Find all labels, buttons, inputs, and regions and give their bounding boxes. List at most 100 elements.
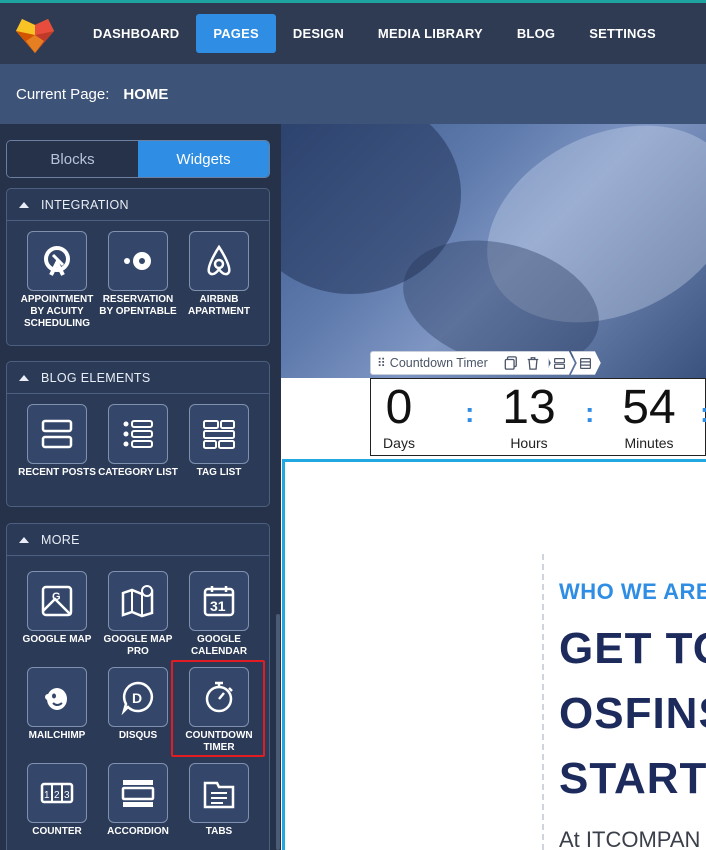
tab-widgets[interactable]: Widgets — [138, 141, 269, 177]
countdown-minutes: 54 Minutes — [604, 379, 694, 451]
countdown-hours: 13 Hours — [484, 379, 574, 451]
section-title: INTEGRATION — [41, 197, 129, 212]
countdown-timer-widget[interactable]: 0 Days : 13 Hours : 54 Minutes : — [370, 378, 706, 456]
widget-label: RECENT POSTS — [18, 467, 96, 478]
widget-countdown-timer[interactable]: COUNTDOWN TIMER — [179, 667, 259, 754]
section-title: BLOG ELEMENTS — [41, 370, 151, 385]
widget-label: ACCORDION — [107, 826, 169, 837]
calendar-day-text: 31 — [210, 598, 226, 614]
delete-icon[interactable] — [524, 354, 542, 372]
nav-settings[interactable]: SETTINGS — [572, 14, 673, 53]
headline-line: OSFINS — [559, 689, 706, 738]
section-blog-elements: BLOG ELEMENTS RECENT POSTS CATEGORY LIST… — [6, 361, 270, 507]
disqus-icon: D — [108, 667, 168, 727]
widget-label: CATEGORY LIST — [98, 467, 178, 478]
widget-google-map[interactable]: G GOOGLE MAP — [17, 571, 97, 646]
top-navigation-bar: DASHBOARD PAGES DESIGN MEDIA LIBRARY BLO… — [0, 0, 706, 64]
who-we-are-heading: WHO WE ARE — [559, 579, 706, 604]
google-map-pro-icon — [108, 571, 168, 631]
acuity-icon — [27, 231, 87, 291]
svg-text:D: D — [132, 690, 142, 706]
countdown-days-value: 0 — [385, 381, 413, 434]
sidebar-tabs: Blocks Widgets — [6, 140, 270, 178]
widget-disqus[interactable]: D DISQUS — [98, 667, 178, 742]
main-nav: DASHBOARD PAGES DESIGN MEDIA LIBRARY BLO… — [76, 14, 673, 53]
parent-block-button[interactable] — [544, 351, 575, 375]
widget-category-list[interactable]: CATEGORY LIST — [98, 404, 178, 479]
widget-label: GOOGLE MAP — [22, 634, 92, 645]
tag-list-icon — [189, 404, 249, 464]
collapse-caret-icon — [19, 201, 29, 208]
section-title: MORE — [41, 532, 80, 547]
divider-line — [542, 554, 544, 850]
widget-label: TABS — [205, 826, 233, 837]
widget-label: RESERVATION BY OPENTABLE — [99, 294, 177, 317]
widget-recent-posts[interactable]: RECENT POSTS — [17, 404, 97, 479]
category-list-icon — [108, 404, 168, 464]
collapse-caret-icon — [19, 536, 29, 543]
countdown-days: 0 Days — [354, 379, 444, 451]
current-page-label: Current Page: — [16, 85, 110, 103]
airbnb-icon — [189, 231, 249, 291]
page-canvas: ⠿ Countdown Timer 0 Days : 13 Hours : 54… — [281, 124, 706, 850]
widget-counter[interactable]: 123 COUNTER — [17, 763, 97, 838]
tab-blocks[interactable]: Blocks — [7, 141, 138, 177]
widget-toolbar-main: ⠿ Countdown Timer — [370, 351, 549, 375]
counter-icon: 123 — [27, 763, 87, 823]
widget-label: MAILCHIMP — [28, 730, 86, 741]
nav-media-library[interactable]: MEDIA LIBRARY — [361, 14, 500, 53]
countdown-minutes-value: 54 — [622, 381, 676, 434]
stopwatch-icon — [189, 667, 249, 727]
nav-blog[interactable]: BLOG — [500, 14, 572, 53]
widget-label: TAG LIST — [196, 467, 242, 478]
countdown-days-label: Days — [383, 435, 415, 451]
mailchimp-icon — [27, 667, 87, 727]
section-blog-header[interactable]: BLOG ELEMENTS — [7, 362, 269, 394]
nav-design[interactable]: DESIGN — [276, 14, 361, 53]
countdown-minutes-label: Minutes — [624, 435, 674, 451]
headline-line: STARTU — [559, 754, 706, 803]
section-icon — [580, 357, 592, 369]
hero-image — [281, 124, 706, 378]
widget-tag-list[interactable]: TAG LIST — [179, 404, 259, 479]
widget-airbnb[interactable]: AIRBNB APARTMENT — [179, 231, 259, 318]
current-page-value[interactable]: HOME — [123, 86, 168, 103]
parent-section-button[interactable] — [570, 351, 601, 375]
nav-pages[interactable]: PAGES — [196, 14, 276, 53]
svg-text:3: 3 — [64, 790, 70, 801]
widget-label: APPOINTMENT BY ACUITY SCHEDULING — [20, 294, 94, 329]
accordion-icon — [108, 763, 168, 823]
app-logo[interactable] — [14, 13, 56, 55]
section-integration: INTEGRATION APPOINTMENT BY ACUITY SCHEDU… — [6, 188, 270, 346]
google-calendar-icon: 31 — [189, 571, 249, 631]
widget-acuity-scheduling[interactable]: APPOINTMENT BY ACUITY SCHEDULING — [17, 231, 97, 330]
widget-accordion[interactable]: ACCORDION — [98, 763, 178, 838]
widget-label: GOOGLE MAP PRO — [103, 634, 173, 657]
section-more-header[interactable]: MORE — [7, 524, 269, 556]
countdown-separator: : — [700, 397, 706, 429]
sidebar-scrollbar[interactable] — [276, 614, 280, 850]
countdown-separator: : — [465, 397, 475, 428]
section-integration-header[interactable]: INTEGRATION — [7, 189, 269, 221]
widget-google-map-pro[interactable]: GOOGLE MAP PRO — [98, 571, 178, 658]
widget-mailchimp[interactable]: MAILCHIMP — [17, 667, 97, 742]
widget-opentable[interactable]: RESERVATION BY OPENTABLE — [98, 231, 178, 318]
opentable-icon — [108, 231, 168, 291]
collapse-caret-icon — [19, 374, 29, 381]
widget-label: GOOGLE CALENDAR — [190, 634, 248, 657]
intro-paragraph: At ITCOMPAN — [559, 827, 701, 850]
widget-tabs[interactable]: TABS — [179, 763, 259, 838]
widget-google-calendar[interactable]: 31 GOOGLE CALENDAR — [179, 571, 259, 658]
svg-text:2: 2 — [54, 790, 60, 801]
section-more: MORE G GOOGLE MAP GOOGLE MAP PRO 31 GOOG… — [6, 523, 270, 850]
duplicate-icon[interactable] — [502, 354, 520, 372]
drag-handle-icon[interactable]: ⠿ — [377, 356, 386, 370]
svg-text:G: G — [52, 591, 61, 603]
tabs-icon — [189, 763, 249, 823]
widget-label: COUNTDOWN TIMER — [185, 730, 253, 753]
rows-icon — [554, 357, 566, 369]
current-page-bar: Current Page: HOME — [0, 64, 706, 124]
widget-label: DISQUS — [118, 730, 158, 741]
nav-dashboard[interactable]: DASHBOARD — [76, 14, 196, 53]
widget-toolbar-title: Countdown Timer — [389, 356, 488, 370]
